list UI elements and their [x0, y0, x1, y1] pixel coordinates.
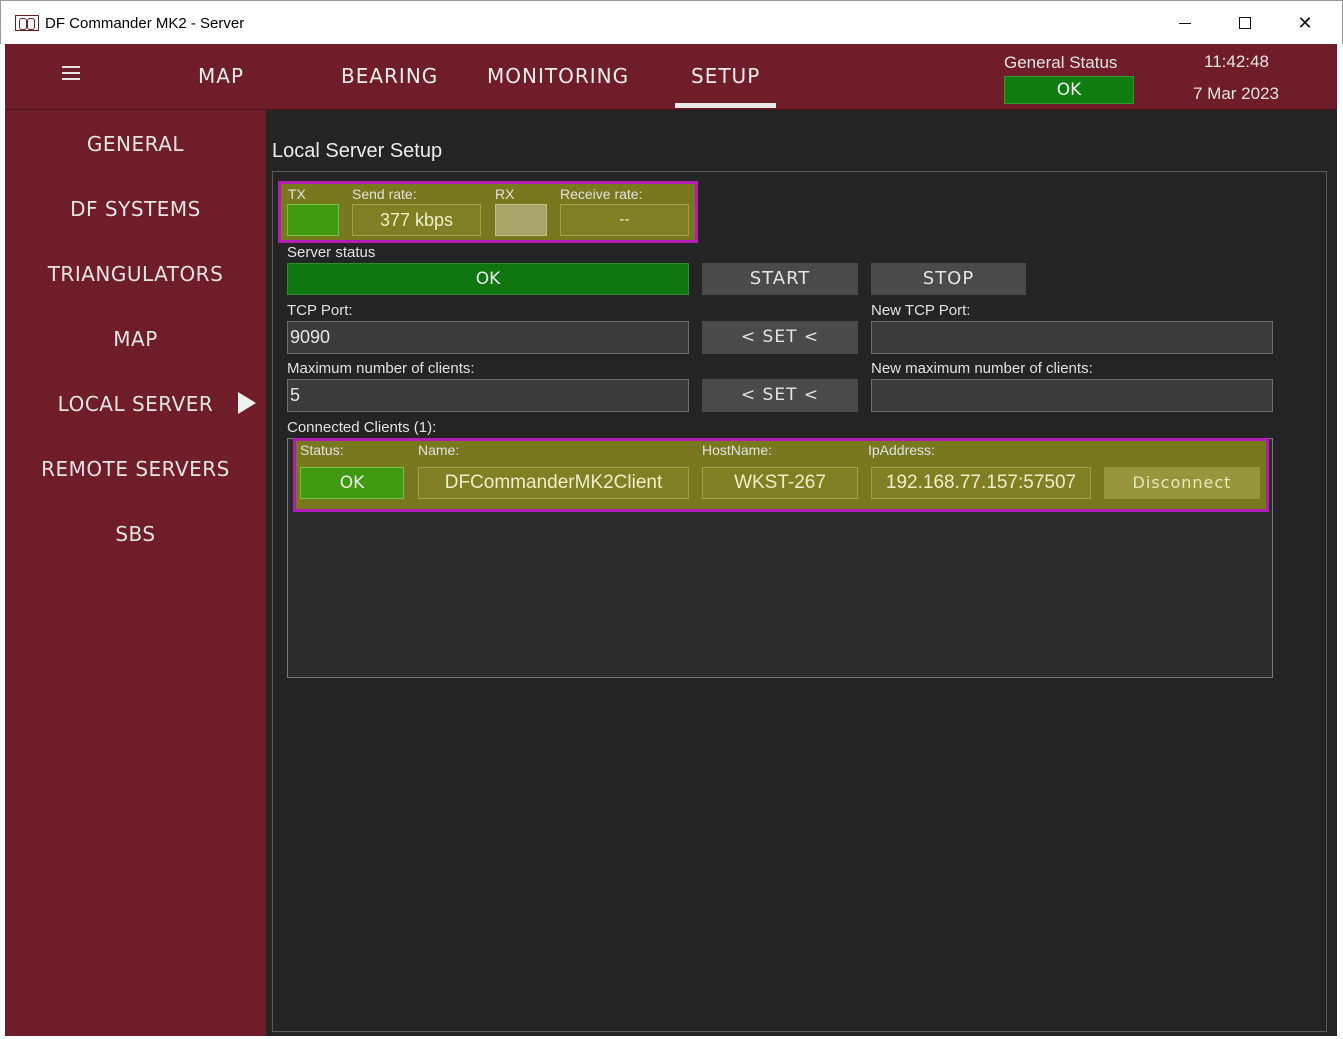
maximize-button[interactable]: [1223, 7, 1267, 39]
client-ip-address: 192.168.77.157:57507: [871, 467, 1091, 499]
page-title: Local Server Setup: [272, 140, 443, 162]
general-status-label: General Status: [1004, 53, 1118, 72]
tab-monitoring[interactable]: MONITORING: [487, 64, 629, 88]
tcp-port-field: 9090: [287, 321, 689, 354]
minimize-button[interactable]: [1163, 7, 1207, 39]
client-status-badge: OK: [300, 467, 404, 499]
receive-rate-label: Receive rate:: [560, 186, 643, 202]
active-item-arrow-icon: [238, 392, 256, 414]
max-clients-field: 5: [287, 379, 689, 412]
tab-map[interactable]: MAP: [198, 64, 244, 88]
sidebar-item-df-systems[interactable]: DF SYSTEMS: [5, 197, 266, 221]
close-button[interactable]: ✕: [1283, 7, 1327, 39]
send-rate-value: 377 kbps: [352, 204, 481, 236]
new-max-clients-input[interactable]: [871, 379, 1273, 412]
new-max-clients-label: New maximum number of clients:: [871, 360, 1093, 377]
tab-bearing[interactable]: BEARING: [341, 64, 438, 88]
client-name-header: Name:: [418, 442, 460, 458]
active-tab-indicator: [675, 103, 776, 108]
send-rate-label: Send rate:: [352, 186, 417, 202]
window-title: DF Commander MK2 - Server: [45, 15, 245, 32]
client-ip-header: IpAddress:: [868, 442, 935, 458]
rx-indicator: [495, 204, 547, 236]
client-hostname: WKST-267: [702, 467, 858, 499]
client-name: DFCommanderMK2Client: [418, 467, 689, 499]
app-logo-icon: [15, 15, 39, 31]
top-navigation: MAP BEARING MONITORING SETUP General Sta…: [5, 44, 1337, 110]
server-status-label: Server status: [287, 244, 376, 261]
connected-clients-label: Connected Clients (1):: [287, 419, 437, 436]
app-window: MAP BEARING MONITORING SETUP General Sta…: [5, 44, 1337, 1036]
new-tcp-port-input[interactable]: [871, 321, 1273, 354]
general-status-badge: OK: [1004, 76, 1134, 104]
sidebar: GENERAL DF SYSTEMS TRIANGULATORS MAP LOC…: [5, 110, 266, 1036]
hamburger-menu-icon[interactable]: [62, 66, 80, 80]
sidebar-item-general[interactable]: GENERAL: [5, 132, 266, 156]
sidebar-item-local-server[interactable]: LOCAL SERVER: [5, 392, 266, 416]
tx-label: TX: [288, 186, 306, 202]
minimize-icon: [1179, 22, 1191, 24]
tx-indicator: [287, 204, 339, 236]
stop-button[interactable]: STOP: [871, 263, 1026, 295]
client-status-header: Status:: [300, 442, 344, 458]
clock-date: 7 Mar 2023: [1193, 84, 1279, 103]
start-button[interactable]: START: [702, 263, 858, 295]
set-tcp-port-button[interactable]: < SET <: [702, 321, 858, 354]
clock-time: 11:42:48: [1204, 52, 1269, 71]
max-clients-label: Maximum number of clients:: [287, 360, 475, 377]
maximize-icon: [1239, 17, 1251, 29]
tab-setup[interactable]: SETUP: [691, 64, 760, 88]
receive-rate-value: --: [560, 204, 689, 236]
sidebar-item-triangulators[interactable]: TRIANGULATORS: [5, 262, 266, 286]
server-status-badge: OK: [287, 263, 689, 295]
tcp-port-label: TCP Port:: [287, 302, 353, 319]
sidebar-item-sbs[interactable]: SBS: [5, 522, 266, 546]
sidebar-item-map[interactable]: MAP: [5, 327, 266, 351]
rx-label: RX: [495, 186, 515, 202]
set-max-clients-button[interactable]: < SET <: [702, 379, 858, 412]
close-icon: ✕: [1297, 12, 1313, 34]
disconnect-button[interactable]: Disconnect: [1104, 467, 1260, 499]
client-hostname-header: HostName:: [702, 442, 773, 458]
new-tcp-port-label: New TCP Port:: [871, 302, 971, 319]
window-titlebar: DF Commander MK2 - Server ✕: [0, 0, 1343, 44]
sidebar-item-remote-servers[interactable]: REMOTE SERVERS: [5, 457, 266, 481]
